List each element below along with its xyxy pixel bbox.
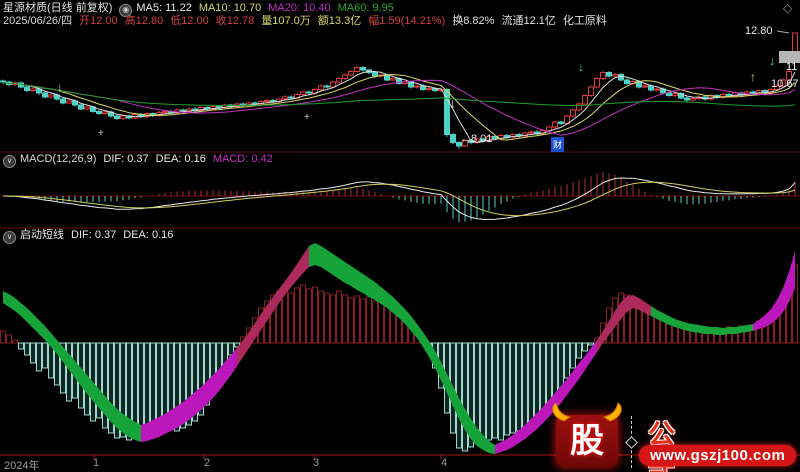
price-label-8.01: ←8.01 (460, 133, 493, 145)
macd-value: MACD: 0.42 (212, 153, 273, 165)
macd-value: DIF: 0.37 (103, 153, 149, 165)
axis-tick-label: 4 (441, 457, 448, 469)
quote-field: 开12.00 (79, 15, 118, 27)
macd-value: DEA: 0.16 (155, 153, 206, 165)
ma-label: MA20: 10.40 (268, 2, 331, 14)
collapse-osc-icon[interactable]: ∨ (3, 231, 16, 244)
watermark-url[interactable]: www.gszj100.com (639, 445, 797, 466)
bull-horns-icon (552, 402, 622, 422)
osc-value: DEA: 0.16 (123, 229, 174, 241)
price-label-10.67: 10.67 (771, 78, 799, 90)
macd-value: MACD(12,26,9) (20, 153, 97, 165)
osc-panel-header: ∨ 启动短线 DIF: 0.37 DEA: 0.16 (3, 229, 180, 244)
macd-panel-header: ∨ MACD(12,26,9) DIF: 0.37 DEA: 0.16 MACD: 0.… (3, 153, 280, 168)
price-label-12.80: 12.80 (745, 25, 773, 37)
quote-field: 额13.3亿 (317, 15, 362, 27)
quote-field: 2025/06/26/四 (3, 15, 73, 27)
quote-field: 收12.78 (215, 15, 255, 27)
annotation-arrow-down-icon: ↓ (449, 95, 456, 111)
ma-legend: MA5: 11.22 MA10: 10.70 MA20: 10.40 MA60: 9.… (136, 2, 400, 14)
stock-title: 星源材质(日线 前复权) (3, 2, 113, 14)
ma-label: MA60: 9.95 (337, 2, 394, 14)
watermark-stock-char: 股 (570, 422, 604, 460)
signal-arrow-down-icon: ↓ (769, 53, 776, 68)
watermark-bull-logo: 股 (552, 402, 622, 467)
event-plus-marker: + (98, 128, 104, 139)
axis-tick-label: 2 (204, 457, 211, 469)
quote-field: 化工原料 (562, 15, 607, 27)
news-badge-cai: 财 (551, 137, 565, 152)
price-label-11: 11 (786, 61, 798, 73)
signal-arrow-up-icon: ↑ (750, 70, 756, 84)
quote-field: 幅1.59(14.21%) (368, 15, 446, 27)
event-plus-marker: + (304, 112, 310, 123)
collapse-macd-icon[interactable]: ∨ (3, 155, 16, 168)
osc-value: 启动短线 (20, 229, 64, 241)
diamond-icon[interactable]: ◇ (783, 1, 792, 15)
quote-field: 低12.00 (170, 15, 209, 27)
quote-field: 流通12.1亿 (501, 15, 556, 27)
axis-tick-label: 1 (93, 457, 100, 469)
signal-arrow-down-icon: ↓ (57, 80, 63, 94)
quote-field: 高12.80 (124, 15, 164, 27)
signal-arrow-down-icon: ↓ (578, 60, 584, 74)
quote-field: 量107.0万 (261, 15, 311, 27)
axis-tick-label: 2024年 (4, 460, 40, 472)
stock-chart-window: 星源材质(日线 前复权) ◉ MA5: 11.22 MA10: 10.70 MA20: … (0, 0, 800, 472)
axis-tick-label: 3 (313, 457, 320, 469)
ma-label: MA10: 10.70 (198, 2, 262, 14)
quote-field: 换8.82% (452, 15, 495, 27)
osc-value: DIF: 0.37 (71, 229, 117, 241)
ma-label: MA5: 11.22 (136, 2, 192, 14)
quote-info-line: 2025/06/26/四 开12.00 高12.80 低12.00 收12.78 量107… (3, 15, 614, 28)
